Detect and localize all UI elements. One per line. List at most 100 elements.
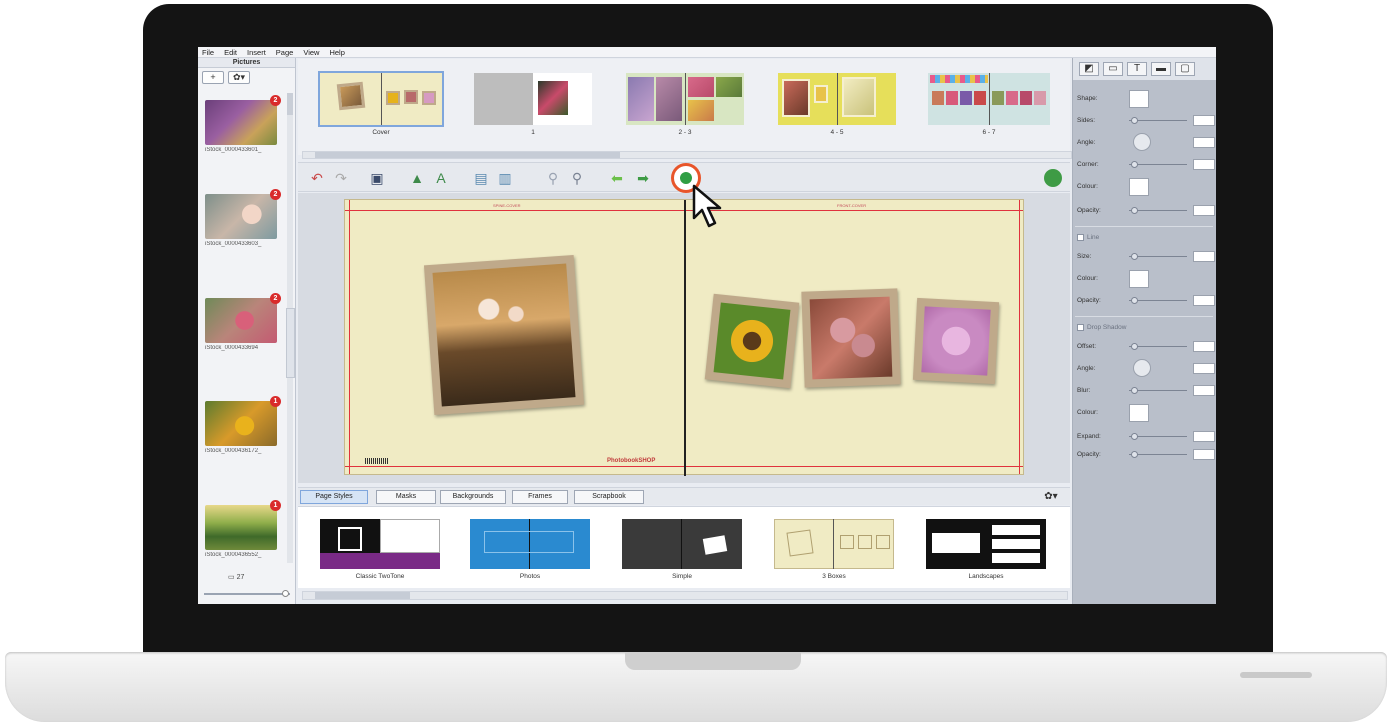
opacity-slider-knob[interactable] xyxy=(1131,207,1138,214)
sides-slider[interactable] xyxy=(1129,117,1187,124)
pictures-options-button[interactable]: ✿▾ xyxy=(228,71,250,84)
style-thumb-classic-twotone[interactable] xyxy=(320,519,440,569)
photo-pink-flowers[interactable] xyxy=(801,288,901,388)
picture-thumbnail[interactable]: 1 xyxy=(205,500,281,550)
page-thumb-6-7[interactable] xyxy=(928,73,1050,125)
shadow-angle-dial[interactable] xyxy=(1133,359,1151,377)
tab-text-properties[interactable]: T xyxy=(1127,62,1147,76)
tab-scrapbook[interactable]: Scrapbook xyxy=(574,490,644,504)
offset-field[interactable] xyxy=(1193,341,1215,352)
style-thumb-landscapes[interactable] xyxy=(926,519,1046,569)
colour-swatch[interactable] xyxy=(1129,178,1149,196)
opacity-field[interactable] xyxy=(1193,205,1215,216)
menu-insert[interactable]: Insert xyxy=(247,48,266,57)
page-spread[interactable]: SPINE-COVER FRONT-COVER PhotobookSHOP xyxy=(344,199,1024,476)
corner-slider[interactable] xyxy=(1129,161,1187,168)
remove-page-icon[interactable]: ▥ xyxy=(496,170,514,186)
picture-item[interactable]: 2 iStock_0000433603_ xyxy=(205,189,281,247)
tab-frames[interactable]: Frames xyxy=(512,490,568,504)
cart-icon[interactable] xyxy=(1044,169,1062,187)
panel-collapse-handle[interactable] xyxy=(286,308,295,378)
line-checkbox[interactable] xyxy=(1077,234,1084,241)
thumbnail-size-slider[interactable] xyxy=(204,590,290,597)
add-text-icon[interactable]: A xyxy=(432,170,450,186)
line-opacity-slider[interactable] xyxy=(1129,297,1187,304)
thumbnail-size-knob[interactable] xyxy=(282,590,289,597)
drop-shadow-checkbox[interactable] xyxy=(1077,324,1084,331)
tab-page-styles[interactable]: Page Styles xyxy=(300,490,368,504)
expand-slider[interactable] xyxy=(1129,433,1187,440)
picture-thumbnail[interactable]: 2 xyxy=(205,95,281,145)
pages-scroll-thumb[interactable] xyxy=(315,152,620,158)
page-thumb-2-3[interactable] xyxy=(626,73,744,125)
redo-icon[interactable]: ↷ xyxy=(332,170,350,186)
menu-help[interactable]: Help xyxy=(329,48,344,57)
page-thumb-cover[interactable] xyxy=(318,71,444,127)
forward-arrow-icon[interactable]: ➡ xyxy=(634,170,652,186)
shape-picker[interactable] xyxy=(1129,90,1149,108)
tab-masks[interactable]: Masks xyxy=(376,490,436,504)
shadow-opacity-slider[interactable] xyxy=(1129,451,1187,458)
expand-field[interactable] xyxy=(1193,431,1215,442)
menu-file[interactable]: File xyxy=(202,48,214,57)
back-arrow-icon[interactable]: ⬅ xyxy=(608,170,626,186)
expand-slider-knob[interactable] xyxy=(1131,433,1138,440)
offset-slider-knob[interactable] xyxy=(1131,343,1138,350)
blur-slider-knob[interactable] xyxy=(1131,387,1138,394)
zoom-in-icon[interactable]: ⚲ xyxy=(568,170,586,186)
shadow-opacity-field[interactable] xyxy=(1193,449,1215,460)
angle-dial[interactable] xyxy=(1133,133,1151,151)
picture-item[interactable]: 2 iStock_0000433694 xyxy=(205,293,281,351)
corner-slider-knob[interactable] xyxy=(1131,161,1138,168)
shadow-angle-field[interactable] xyxy=(1193,363,1215,374)
blur-slider[interactable] xyxy=(1129,387,1187,394)
line-colour-swatch[interactable] xyxy=(1129,270,1149,288)
styles-scroll-thumb[interactable] xyxy=(315,592,410,599)
picture-thumbnail[interactable]: 2 xyxy=(205,189,281,239)
shadow-colour-swatch[interactable] xyxy=(1129,404,1149,422)
style-thumb-3-boxes[interactable] xyxy=(774,519,894,569)
pages-scrollbar[interactable] xyxy=(302,151,1072,159)
shadow-opacity-slider-knob[interactable] xyxy=(1131,451,1138,458)
picture-item[interactable]: 2 iStock_0000433601_ xyxy=(205,95,281,153)
size-slider[interactable] xyxy=(1129,253,1187,260)
help-icon[interactable] xyxy=(680,172,692,184)
picture-item[interactable]: 1 iStock_0000436172_ xyxy=(205,396,281,454)
blur-field[interactable] xyxy=(1193,385,1215,396)
save-icon[interactable]: ▣ xyxy=(368,170,386,186)
photo-hydrangea[interactable] xyxy=(912,297,1000,385)
styles-scrollbar[interactable] xyxy=(302,591,1068,600)
offset-slider[interactable] xyxy=(1129,343,1187,350)
zoom-out-icon[interactable]: ⚲ xyxy=(544,170,562,186)
menu-page[interactable]: Page xyxy=(276,48,294,57)
add-picture-icon[interactable]: ▲ xyxy=(408,170,426,186)
editor-canvas[interactable]: SPINE-COVER FRONT-COVER PhotobookSHOP xyxy=(298,193,1070,483)
tab-backgrounds[interactable]: Backgrounds xyxy=(440,490,506,504)
undo-icon[interactable]: ↶ xyxy=(308,170,326,186)
add-picture-button[interactable]: + xyxy=(202,71,224,84)
page-thumb-4-5[interactable] xyxy=(778,73,896,125)
picture-item[interactable]: 1 iStock_0000436552_ xyxy=(205,500,281,558)
picture-thumbnail[interactable]: 2 xyxy=(205,293,281,343)
corner-field[interactable] xyxy=(1193,159,1215,170)
size-slider-knob[interactable] xyxy=(1131,253,1138,260)
photo-blossom-water[interactable] xyxy=(423,254,585,416)
angle-field[interactable] xyxy=(1193,137,1215,148)
menu-edit[interactable]: Edit xyxy=(224,48,237,57)
photo-sunflower[interactable] xyxy=(704,293,800,389)
picture-thumbnail[interactable]: 1 xyxy=(205,396,281,446)
menu-view[interactable]: View xyxy=(303,48,319,57)
add-page-icon[interactable]: ▤ xyxy=(472,170,490,186)
tab-picture-properties[interactable]: ◩ xyxy=(1079,62,1099,76)
sides-slider-knob[interactable] xyxy=(1131,117,1138,124)
style-thumb-simple[interactable] xyxy=(622,519,742,569)
pictures-scroll-thumb[interactable] xyxy=(287,93,293,115)
tab-frame-properties[interactable]: ▭ xyxy=(1103,62,1123,76)
line-opacity-slider-knob[interactable] xyxy=(1131,297,1138,304)
sides-field[interactable] xyxy=(1193,115,1215,126)
page-thumb-1[interactable] xyxy=(474,73,592,125)
size-field[interactable] xyxy=(1193,251,1215,262)
tabs-settings-button[interactable]: ✿▾ xyxy=(1038,490,1064,504)
tab-line-properties[interactable]: ▬ xyxy=(1151,62,1171,76)
line-opacity-field[interactable] xyxy=(1193,295,1215,306)
